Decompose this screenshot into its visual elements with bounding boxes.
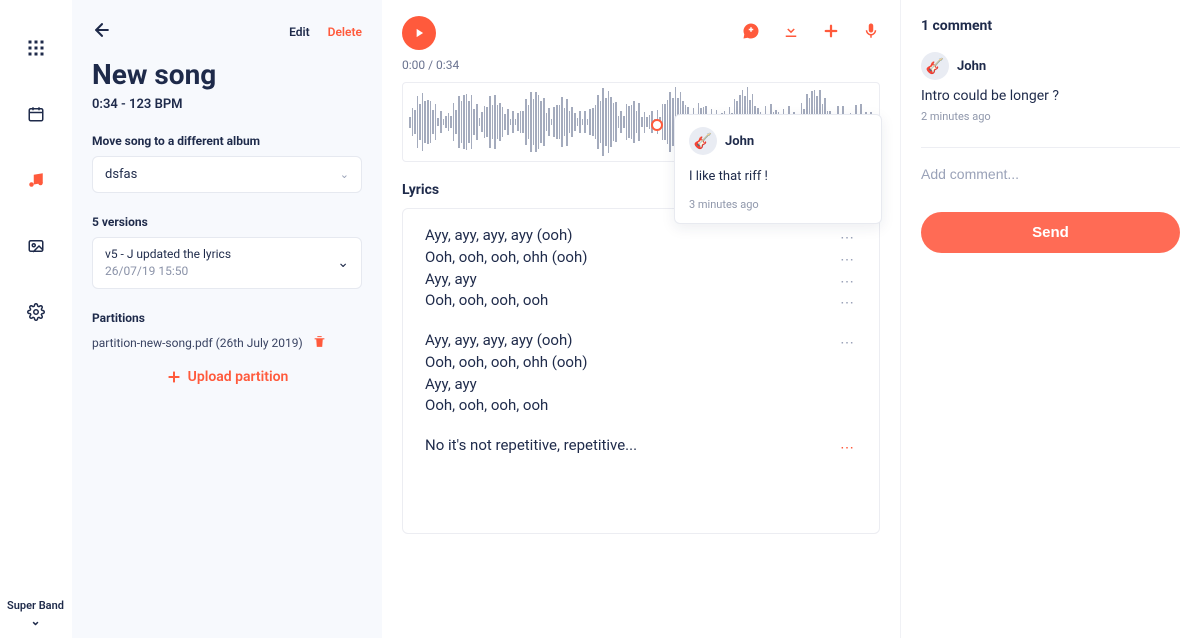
- left-rail: Super Band ⌄: [0, 0, 72, 638]
- lyrics-box: Ayy, ayy, ayy, ayy (ooh)⋯Ooh, ooh, ooh, …: [402, 208, 880, 534]
- lyric-line: Ooh, ooh, ooh, ooh: [425, 395, 857, 417]
- calendar-icon: [27, 105, 45, 123]
- music-note-icon: [27, 171, 45, 189]
- delete-partition-button[interactable]: [313, 335, 326, 351]
- waveform-comment-popover: 🎸 John I like that riff ! 3 minutes ago: [674, 114, 882, 224]
- lyric-line-menu-button[interactable]: ⋯: [840, 293, 855, 313]
- lyric-line: Ooh, ooh, ooh, ohh (ooh)⋯: [425, 247, 857, 269]
- chevron-down-icon: ⌄: [7, 614, 64, 628]
- partition-file[interactable]: partition-new-song.pdf (26th July 2019): [92, 336, 303, 350]
- play-button[interactable]: [402, 16, 436, 50]
- image-icon: [27, 237, 45, 255]
- band-switcher[interactable]: Super Band ⌄: [7, 599, 64, 628]
- lyric-line: Ayy, ayy: [425, 374, 857, 396]
- rail-item-music[interactable]: [18, 162, 54, 198]
- move-album-label: Move song to a different album: [92, 134, 362, 148]
- lyric-line-menu-button[interactable]: ⋯: [840, 272, 855, 292]
- plus-icon: [822, 22, 840, 40]
- divider: [921, 147, 1180, 148]
- gear-icon: [27, 303, 45, 321]
- lyric-line-menu-button[interactable]: ⋯: [840, 438, 855, 458]
- lyric-line: Ooh, ooh, ooh, ohh (ooh): [425, 352, 857, 374]
- lyric-line: Ooh, ooh, ooh, ooh⋯: [425, 290, 857, 312]
- center-area: 0:00 / 0:34 Lyrics Ayy, ayy, ayy, ayy (o…: [382, 0, 900, 638]
- album-selected-value: dsfas: [105, 167, 137, 182]
- song-title: New song: [92, 58, 362, 91]
- partitions-label: Partitions: [92, 311, 362, 325]
- rail-item-media[interactable]: [18, 228, 54, 264]
- comments-heading: 1 comment: [921, 18, 1180, 34]
- version-date: 26/07/19 15:50: [105, 263, 231, 280]
- lyric-line-menu-button[interactable]: ⋯: [840, 250, 855, 270]
- song-panel: Edit Delete New song 0:34 - 123 BPM Move…: [72, 0, 382, 638]
- version-select[interactable]: v5 - J updated the lyrics 26/07/19 15:50…: [92, 237, 362, 289]
- comment-item: 🎸 John Intro could be longer ? 2 minutes…: [921, 52, 1180, 139]
- comments-panel: 1 comment 🎸 John Intro could be longer ?…: [900, 0, 1200, 638]
- version-title: v5 - J updated the lyrics: [105, 246, 231, 263]
- comment-time: 2 minutes ago: [921, 110, 1180, 123]
- download-button[interactable]: [782, 22, 800, 44]
- upload-partition-label: Upload partition: [188, 369, 289, 385]
- avatar: 🎸: [689, 127, 717, 155]
- lyric-line: Ayy, ayy, ayy, ayy (ooh)⋯: [425, 330, 857, 352]
- lyric-line: No it's not repetitive, repetitive...⋯: [425, 435, 857, 457]
- play-icon: [412, 26, 426, 40]
- lyric-line-menu-button[interactable]: ⋯: [840, 228, 855, 248]
- add-button[interactable]: [822, 22, 840, 44]
- lyric-line: Ayy, ayy⋯: [425, 269, 857, 291]
- edit-button[interactable]: Edit: [289, 25, 310, 39]
- album-select[interactable]: dsfas ⌄: [92, 156, 362, 193]
- band-name: Super Band: [7, 599, 64, 612]
- comment-text: Intro could be longer ?: [921, 88, 1180, 104]
- chevron-down-icon: ⌄: [340, 168, 349, 181]
- versions-label: 5 versions: [92, 215, 362, 229]
- trash-icon: [313, 335, 326, 348]
- lyric-line: Ayy, ayy, ayy, ayy (ooh)⋯: [425, 225, 857, 247]
- add-comment-input[interactable]: [921, 162, 1180, 186]
- lyric-line-menu-button[interactable]: ⋯: [840, 333, 855, 353]
- chevron-down-icon: ⌄: [337, 255, 349, 271]
- download-icon: [782, 22, 800, 40]
- microphone-icon: [862, 22, 880, 40]
- comment-author: John: [957, 59, 986, 74]
- record-button[interactable]: [862, 22, 880, 44]
- plus-icon: [166, 369, 182, 385]
- upload-partition-button[interactable]: Upload partition: [92, 369, 362, 385]
- popover-author: John: [725, 134, 754, 149]
- comment-plus-icon: [742, 22, 760, 40]
- arrow-left-icon: [92, 20, 112, 40]
- popover-time: 3 minutes ago: [689, 198, 867, 211]
- rail-item-dashboard[interactable]: [18, 30, 54, 66]
- rail-item-settings[interactable]: [18, 294, 54, 330]
- delete-button[interactable]: Delete: [328, 25, 362, 39]
- rail-item-calendar[interactable]: [18, 96, 54, 132]
- back-button[interactable]: [92, 20, 112, 44]
- add-comment-marker-button[interactable]: [742, 22, 760, 44]
- song-meta: 0:34 - 123 BPM: [92, 97, 362, 112]
- popover-body: I like that riff !: [689, 169, 867, 184]
- send-button[interactable]: Send: [921, 212, 1180, 253]
- avatar: 🎸: [921, 52, 949, 80]
- grid-icon: [27, 39, 45, 57]
- playback-time: 0:00 / 0:34: [402, 58, 880, 72]
- waveform-comment-marker[interactable]: [651, 119, 663, 131]
